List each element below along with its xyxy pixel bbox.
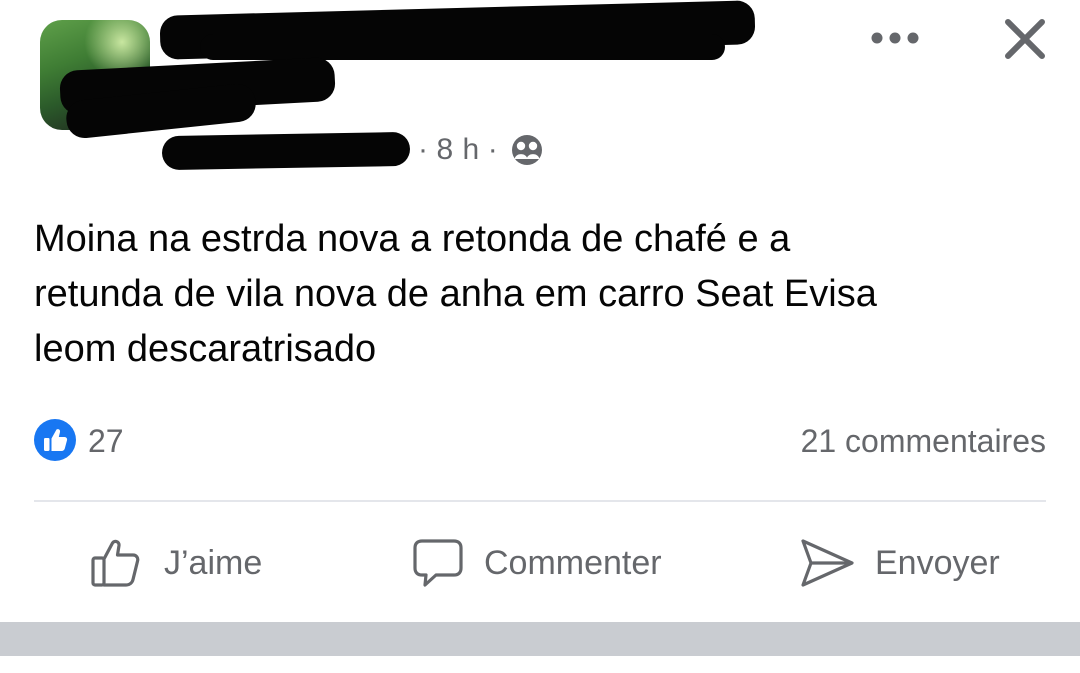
post-time[interactable]: 8 h <box>437 133 480 167</box>
reaction-count[interactable]: 27 <box>88 420 124 462</box>
post-meta: · 8 h · <box>410 128 544 172</box>
send-icon <box>801 539 854 587</box>
meta-separator: · <box>487 133 499 166</box>
send-button[interactable]: Envoyer <box>797 528 1000 598</box>
like-label: J’aime <box>164 543 263 582</box>
comment-button[interactable]: Commenter <box>410 528 662 598</box>
comments-count[interactable]: 21 commentaires <box>801 420 1046 462</box>
thumbs-up-icon <box>91 539 140 587</box>
comment-label: Commenter <box>484 543 662 582</box>
divider <box>34 500 1046 502</box>
post-text: Moina na estrda nova a retonda de chafé … <box>34 212 1044 377</box>
like-button[interactable]: J’aime <box>88 528 262 598</box>
redacted-page-name-2 <box>200 34 725 60</box>
close-button[interactable] <box>996 10 1054 68</box>
post-text-line: leom descaratrisado <box>34 328 377 370</box>
friends-icon[interactable] <box>510 133 544 167</box>
post-card: · 8 h · Moina na estrda nova a retonda d… <box>0 0 1080 622</box>
comment-icon <box>413 539 463 587</box>
more-options-icon <box>871 32 919 44</box>
post-text-line: retunda de vila nova de anha em carro Se… <box>34 273 877 315</box>
thumbs-up-badge-icon[interactable] <box>33 418 77 462</box>
meta-separator: · <box>418 133 429 166</box>
feed-separator <box>0 622 1080 656</box>
more-options-button[interactable] <box>862 18 928 58</box>
send-label: Envoyer <box>875 543 1000 582</box>
close-icon <box>1005 19 1045 59</box>
post-text-line: Moina na estrda nova a retonda de chafé … <box>34 218 791 260</box>
redacted-author-name <box>161 131 411 171</box>
